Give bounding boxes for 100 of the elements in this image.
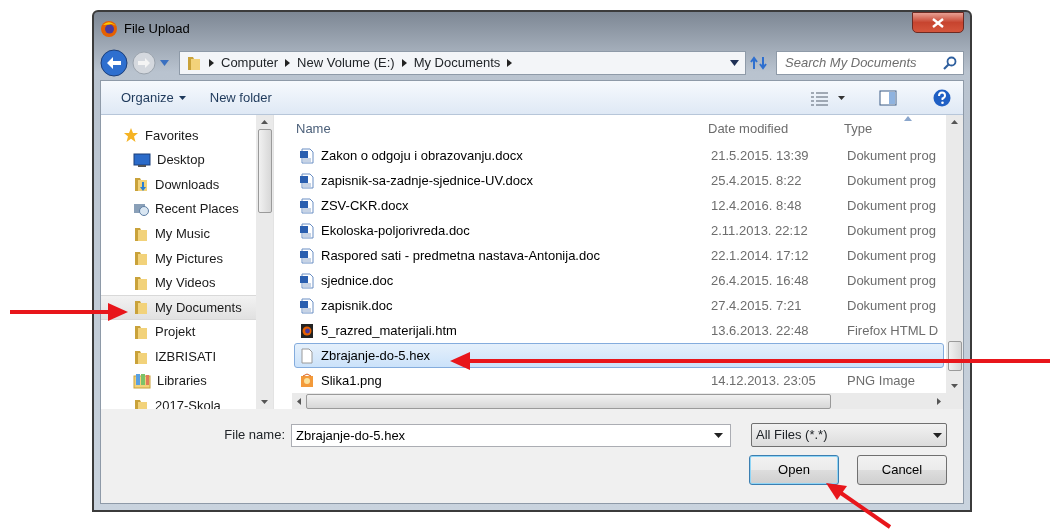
- scrollbar-thumb[interactable]: [306, 393, 831, 409]
- file-type-dropdown[interactable]: All Files (*.*): [751, 423, 947, 447]
- sidebar-item[interactable]: My Documents: [101, 295, 256, 320]
- sidebar-item[interactable]: IZBRISATI: [101, 344, 256, 369]
- file-row[interactable]: Slika1.png 14.12.2013. 23:05 PNG Image: [294, 368, 944, 393]
- breadcrumb-item[interactable]: New Volume (E:): [297, 53, 395, 73]
- file-name: Raspored sati - predmetna nastava-Antonija.doc: [321, 246, 600, 265]
- column-header[interactable]: Type: [840, 119, 940, 139]
- sidebar-item[interactable]: My Videos: [101, 270, 256, 296]
- document-icon: [299, 297, 315, 314]
- caret-icon: [178, 95, 186, 100]
- folder-icon: [133, 299, 149, 316]
- date-modified: 13.6.2013. 22:48: [711, 322, 809, 338]
- breadcrumb-item[interactable]: My Documents: [413, 53, 501, 73]
- file-type: Dokument prog: [847, 222, 936, 238]
- file-row[interactable]: ZSV-CKR.docx 12.4.2016. 8:48 Dokument prog: [294, 193, 944, 218]
- file-name-field[interactable]: Zbrajanje-do-5.hex: [291, 423, 731, 447]
- file-name: Ekoloska-poljorivreda.doc: [321, 221, 470, 240]
- file-row[interactable]: 5_razred_materijali.htm 13.6.2013. 22:48 Firefox HTML D: [294, 318, 944, 343]
- chevron-icon: [209, 59, 214, 67]
- annotation-arrow: [826, 483, 892, 529]
- sidebar-item[interactable]: Projekt: [101, 319, 256, 345]
- folder-icon: [133, 274, 149, 291]
- file-row[interactable]: sjednice.doc 26.4.2015. 16:48 Dokument prog: [294, 268, 944, 293]
- file-type: Dokument prog: [847, 172, 936, 188]
- scrollbar-thumb[interactable]: [257, 129, 272, 213]
- cancel-button[interactable]: Cancel: [857, 455, 947, 485]
- sidebar-item[interactable]: My Music: [101, 221, 256, 246]
- chevron-icon: [401, 59, 407, 67]
- file-type: Dokument prog: [847, 272, 936, 288]
- file-row[interactable]: Raspored sati - predmetna nastava-Antonija.doc 22.1.2014. 17:12 Dokument prog: [294, 243, 944, 268]
- folder-icon: [186, 55, 202, 71]
- file-name: Zakon o odgoju i obrazovanju.docx: [321, 146, 523, 165]
- document-icon: [299, 247, 315, 264]
- browser-file-icon: [299, 322, 315, 339]
- document-icon: [299, 147, 315, 164]
- file-name: zapisnik-sa-zadnje-sjednice-UV.docx: [321, 171, 533, 190]
- sidebar-item[interactable]: Desktop: [101, 147, 256, 173]
- sidebar-item[interactable]: Recent Places: [101, 196, 256, 222]
- sidebar-item[interactable]: Favorites: [101, 123, 256, 148]
- date-modified: 21.5.2015. 13:39: [711, 147, 809, 163]
- address-bar[interactable]: Computer New Volume (E:) My Documents: [179, 51, 746, 75]
- sidebar-item[interactable]: Downloads: [101, 172, 256, 197]
- file-row[interactable]: Ekoloska-poljorivreda.doc 2.11.2013. 22:12 Dokument prog: [294, 218, 944, 243]
- image-file-icon: [299, 372, 315, 389]
- caret-icon[interactable]: [714, 432, 723, 438]
- chevron-icon: [507, 59, 513, 67]
- back-button[interactable]: [100, 49, 128, 77]
- scrollbar[interactable]: [946, 115, 963, 393]
- file-type: PNG Image: [847, 372, 915, 388]
- open-button[interactable]: Open: [749, 455, 839, 485]
- date-modified: 22.1.2014. 17:12: [711, 247, 809, 263]
- document-icon: [299, 172, 315, 189]
- file-row[interactable]: zapisnik-sa-zadnje-sjednice-UV.docx 25.4.2015. 8:22 Dokument prog: [294, 168, 944, 193]
- file-type: Dokument prog: [847, 247, 936, 263]
- column-header[interactable]: Date modified: [702, 119, 840, 139]
- preview-pane-icon[interactable]: [879, 89, 897, 106]
- file-type: Dokument prog: [847, 297, 936, 313]
- library-icon: [133, 373, 151, 390]
- app-icon: [100, 20, 118, 38]
- breadcrumb-item[interactable]: Computer: [221, 53, 279, 73]
- scrollbar[interactable]: [292, 393, 963, 409]
- date-modified: 12.4.2016. 8:48: [711, 197, 802, 213]
- sidebar-item[interactable]: My Pictures: [101, 245, 256, 271]
- recent-places-icon: [133, 201, 149, 218]
- file-name: sjednice.doc: [321, 271, 394, 290]
- file-type: Firefox HTML D: [847, 322, 939, 338]
- search-icon: [943, 56, 957, 70]
- star-icon: [123, 127, 139, 144]
- column-header[interactable]: Name: [292, 119, 702, 139]
- date-modified: 14.12.2013. 23:05: [711, 372, 816, 388]
- file-row[interactable]: Zakon o odgoju i obrazovanju.docx 21.5.2015. 13:39 Dokument prog: [294, 143, 944, 168]
- date-modified: 25.4.2015. 8:22: [711, 172, 802, 188]
- caret-icon[interactable]: [838, 95, 845, 100]
- document-icon: [299, 222, 315, 239]
- folder-icon: [133, 176, 149, 193]
- document-icon: [299, 272, 315, 289]
- search-field[interactable]: Search My Documents: [776, 51, 964, 75]
- window-title: File Upload: [124, 20, 190, 39]
- file-type: Dokument prog: [847, 197, 936, 213]
- date-modified: 2.11.2013. 22:12: [711, 222, 808, 238]
- field-label: File name:: [224, 426, 285, 445]
- file-name: zapisnik.doc: [321, 296, 393, 315]
- close-button[interactable]: [912, 12, 964, 33]
- file-name: Slika1.png: [321, 371, 382, 390]
- refresh-icon[interactable]: [750, 55, 768, 71]
- folder-icon: [133, 348, 149, 365]
- organize-button[interactable]: Organize: [113, 85, 194, 110]
- folder-icon: [133, 250, 149, 267]
- new-folder-button[interactable]: New folder: [201, 85, 280, 110]
- file-row[interactable]: zapisnik.doc 27.4.2015. 7:21 Dokument prog: [294, 293, 944, 318]
- chevron-icon: [285, 59, 291, 67]
- file-name: ZSV-CKR.docx: [321, 196, 409, 215]
- sidebar-item[interactable]: Libraries: [101, 368, 256, 394]
- folder-icon: [133, 324, 149, 341]
- file-name: 5_razred_materijali.htm: [321, 321, 457, 340]
- help-icon[interactable]: [933, 88, 951, 107]
- caret-icon[interactable]: [730, 60, 739, 66]
- folder-icon: [133, 397, 149, 409]
- scrollbar[interactable]: [256, 115, 273, 409]
